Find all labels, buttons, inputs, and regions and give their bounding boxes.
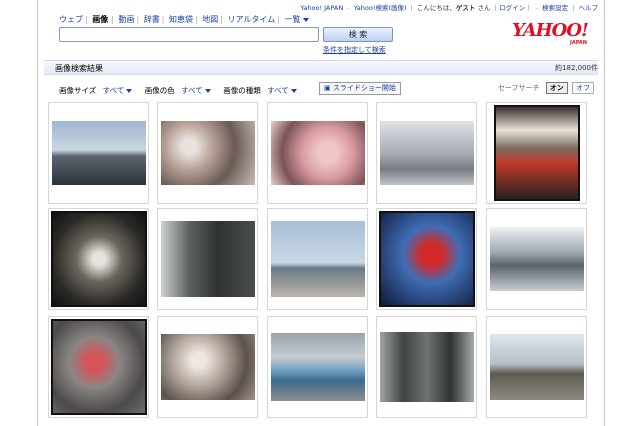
results-count: 約182,000件 [555,64,598,72]
image-result[interactable] [486,208,587,310]
help-link[interactable]: ヘルプ [579,4,599,12]
greeting-suffix: さん [477,4,491,12]
train-platform[interactable] [489,334,584,400]
results-bar [44,60,598,75]
cherry-blossom-branch[interactable] [160,121,255,185]
image-result[interactable] [376,208,477,310]
filter-color-label: 画像の色 [144,86,175,95]
white-blossoms[interactable] [160,334,255,400]
red-flower-sky[interactable] [378,211,475,307]
tab-realtime[interactable]: リアルタイム [228,15,276,24]
filter-color-select[interactable]: すべて [181,86,211,95]
guest-name: ゲスト [455,4,476,12]
slideshow-button[interactable]: ▣ スライドショー開始 [319,82,401,95]
blue-tents[interactable] [270,333,365,401]
red-flower-water[interactable] [50,319,147,415]
image-result[interactable] [157,102,258,204]
cherry-blossom-pink[interactable] [270,121,365,185]
image-result[interactable] [48,102,149,204]
image-result[interactable] [267,316,368,418]
search-button[interactable]: 検 索 [323,27,393,42]
yahoo-japan-link[interactable]: Yahoo! JAPAN [300,4,343,12]
monument-forest[interactable] [160,221,255,297]
tab-web[interactable]: ウェブ [59,15,83,24]
image-result[interactable] [48,208,149,310]
safesearch-label: セーフサーチ [497,84,540,92]
slideshow-icon: ▣ [324,84,331,92]
results-title: 画像検索結果 [55,64,103,73]
campsite-trees[interactable] [379,121,474,185]
safesearch-on-button[interactable]: オン [545,82,568,94]
cat-photo[interactable] [50,211,147,307]
chevron-down-icon [204,89,211,93]
filter-type-label: 画像の種類 [223,86,261,95]
image-result[interactable] [157,208,258,310]
top-links: Yahoo! JAPAN - Yahoo!検索(画像) | こんにちは、ゲスト … [300,4,599,12]
image-result[interactable] [486,316,587,418]
tab-map[interactable]: 地図 [202,15,218,24]
safesearch-control: セーフサーチ オン オフ [498,82,594,94]
advanced-search-link[interactable]: 条件を指定して検索 [323,45,386,55]
yahoo-logo[interactable]: YAHOO! [512,20,589,41]
beach-sea[interactable] [270,221,365,297]
yahoo-search-image-link[interactable]: Yahoo!検索(画像) [354,4,407,12]
tab-image[interactable]: 画像 [92,15,108,24]
image-result[interactable] [157,316,258,418]
image-result[interactable] [376,316,477,418]
image-result[interactable] [267,102,368,204]
safesearch-off-button[interactable]: オフ [572,82,594,94]
red-chairs[interactable] [493,105,580,201]
tall-trees[interactable] [379,332,474,402]
image-result[interactable] [486,102,587,204]
image-result[interactable] [267,208,368,310]
search-settings-link[interactable]: 検索設定 [542,4,568,12]
chevron-down-icon [126,89,133,93]
login-link[interactable]: ログイン [499,4,525,12]
greeting-prefix: こんにちは、 [416,4,456,12]
chevron-down-icon [290,89,297,93]
tab-list[interactable]: 一覧 [285,15,301,24]
train-station[interactable] [489,227,584,291]
image-result[interactable] [376,102,477,204]
filter-size-select[interactable]: すべて [103,86,133,95]
filter-bar: 画像サイズ すべて 画像の色 すべて 画像の種類 すべて [59,85,307,96]
stadium-photo[interactable] [51,121,146,185]
chevron-down-icon[interactable] [302,17,309,22]
tab-dictionary[interactable]: 辞書 [144,15,160,24]
tab-video[interactable]: 動画 [119,15,135,24]
page-frame: Yahoo! JAPAN - Yahoo!検索(画像) | こんにちは、ゲスト … [37,0,605,426]
filter-type-select[interactable]: すべて [267,86,297,95]
search-tabs: ウェブ | 画像 | 動画 | 辞書 | 知恵袋 | 地図 | リアルタイム | 一覧 [59,14,309,25]
search-input[interactable] [59,27,319,42]
image-result[interactable] [48,316,149,418]
tab-chiebukuro[interactable]: 知恵袋 [169,15,193,24]
yahoo-logo-japan: JAPAN [570,40,587,46]
filter-size-label: 画像サイズ [59,86,97,95]
